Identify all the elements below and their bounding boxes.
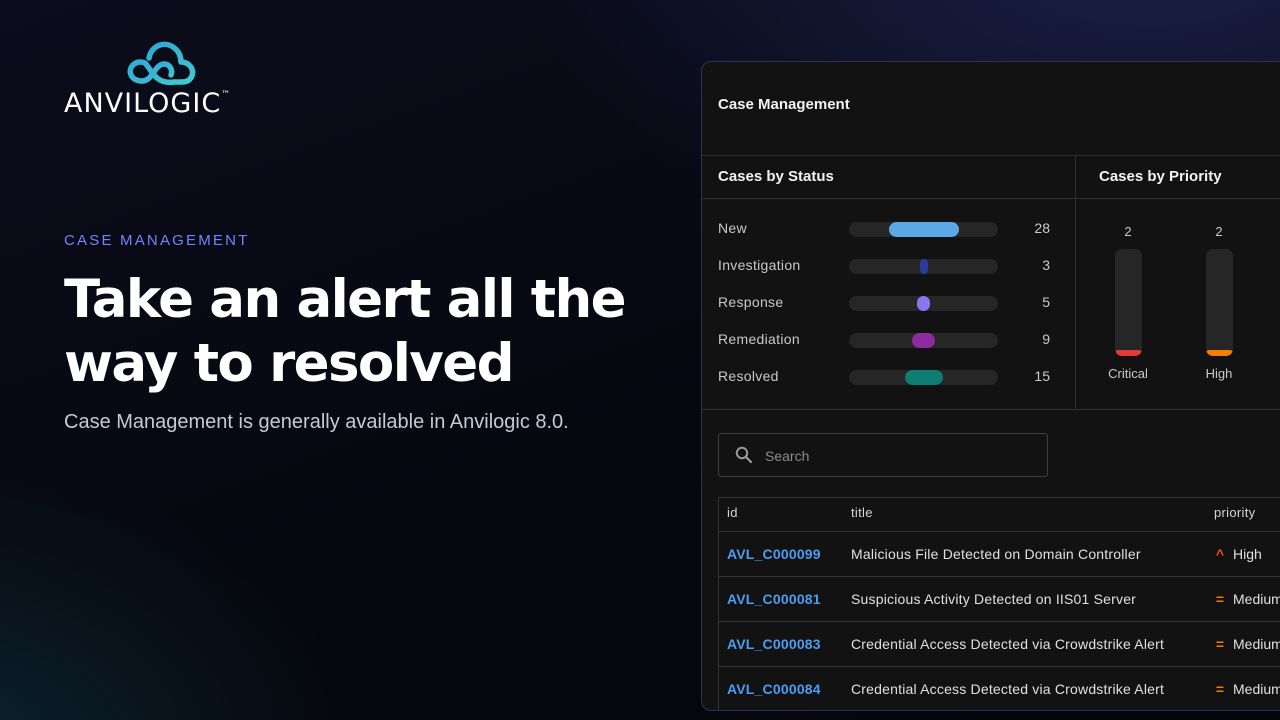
status-label: Investigation: [718, 257, 801, 273]
status-row[interactable]: New 28: [718, 218, 1058, 238]
table-row[interactable]: AVL_C000083 Credential Access Detected vi…: [719, 622, 1280, 667]
status-row[interactable]: Response 5: [718, 292, 1058, 312]
brand-wordmark: ANVILOGIC™: [64, 88, 231, 119]
case-priority: = Medium: [1213, 591, 1280, 607]
status-bar-track: [849, 370, 998, 385]
status-bar-track: [849, 333, 998, 348]
status-row[interactable]: Resolved 15: [718, 366, 1058, 386]
status-count: 3: [1042, 257, 1050, 273]
search-icon: [735, 446, 753, 464]
priority-count: 2: [1215, 224, 1223, 239]
priority-column[interactable]: 2 Critical: [1098, 222, 1158, 382]
cases-table: id title priority AVL_C000099 Malicious F…: [718, 497, 1280, 710]
anvilogic-logo: ANVILOGIC™: [64, 36, 274, 119]
status-bar: [905, 370, 943, 385]
case-priority: ^ High: [1213, 546, 1262, 562]
column-header-priority[interactable]: priority: [1214, 505, 1255, 520]
case-id-link[interactable]: AVL_C000081: [727, 591, 821, 607]
search-input[interactable]: [763, 444, 1037, 468]
status-row[interactable]: Remediation 9: [718, 329, 1058, 349]
case-title: Suspicious Activity Detected on IIS01 Se…: [851, 591, 1137, 607]
divider: [1076, 198, 1280, 199]
priority-label: Critical: [1108, 366, 1148, 381]
status-count: 5: [1042, 294, 1050, 310]
case-management-card: Case Management Cases by Status New 28 Inv…: [701, 61, 1280, 711]
column-header-id[interactable]: id: [727, 505, 738, 520]
table-row[interactable]: AVL_C000099 Malicious File Detected on Do…: [719, 532, 1280, 577]
table-header: id title priority: [719, 498, 1280, 532]
priority-text: High: [1233, 546, 1262, 562]
priority-panel-title: Cases by Priority: [1099, 168, 1222, 185]
trademark-mark: ™: [221, 90, 232, 100]
case-title: Malicious File Detected on Domain Contro…: [851, 546, 1141, 562]
priority-bar: [1206, 350, 1233, 356]
status-label: Remediation: [718, 331, 800, 347]
cloud-logo-icon: [127, 41, 196, 86]
priority-label: High: [1205, 366, 1233, 381]
status-bar: [920, 259, 928, 274]
table-row[interactable]: AVL_C000084 Credential Access Detected vi…: [719, 667, 1280, 710]
status-count: 15: [1034, 368, 1050, 384]
hero-subline: Case Management is generally available i…: [64, 411, 569, 433]
status-bar-track: [849, 296, 998, 311]
case-id-link[interactable]: AVL_C000084: [727, 681, 821, 697]
case-priority: = Medium: [1213, 681, 1280, 697]
priority-text: Medium: [1233, 681, 1280, 697]
divider: [702, 198, 1075, 199]
priority-text: Medium: [1233, 591, 1280, 607]
priority-level-icon: =: [1215, 636, 1225, 652]
priority-bar-track: [1206, 249, 1233, 356]
priority-column[interactable]: 2 High: [1189, 222, 1249, 382]
status-count: 28: [1034, 220, 1050, 236]
status-label: Response: [718, 294, 784, 310]
priority-level-icon: ^: [1215, 546, 1225, 562]
status-label: New: [718, 220, 747, 236]
priority-bar-track: [1115, 249, 1142, 356]
card-title: Case Management: [718, 96, 850, 113]
priority-bar: [1115, 350, 1142, 356]
status-bar: [889, 222, 959, 237]
status-bar-track: [849, 222, 998, 237]
case-id-link[interactable]: AVL_C000099: [727, 546, 821, 562]
status-count: 9: [1042, 331, 1050, 347]
status-label: Resolved: [718, 368, 779, 384]
priority-level-icon: =: [1215, 591, 1225, 607]
case-title: Credential Access Detected via Crowdstri…: [851, 636, 1165, 652]
column-header-title[interactable]: title: [851, 505, 873, 520]
status-row[interactable]: Investigation 3: [718, 255, 1058, 275]
search-box[interactable]: [718, 433, 1048, 477]
priority-level-icon: =: [1215, 681, 1225, 697]
case-priority: = Medium: [1213, 636, 1280, 652]
case-title: Credential Access Detected via Crowdstri…: [851, 681, 1165, 697]
brand-name: ANVILOGIC: [64, 88, 222, 119]
hero-headline: Take an alert all the way to resolved: [64, 269, 627, 394]
status-bar: [912, 333, 935, 348]
divider: [702, 155, 1280, 156]
status-bar: [917, 296, 930, 311]
divider: [1075, 155, 1076, 409]
section-eyebrow: CASE MANAGEMENT: [64, 232, 250, 249]
table-row[interactable]: AVL_C000081 Suspicious Activity Detected …: [719, 577, 1280, 622]
case-id-link[interactable]: AVL_C000083: [727, 636, 821, 652]
priority-text: Medium: [1233, 636, 1280, 652]
status-bar-track: [849, 259, 998, 274]
divider: [702, 409, 1280, 410]
priority-count: 2: [1124, 224, 1132, 239]
status-panel-title: Cases by Status: [718, 168, 834, 185]
